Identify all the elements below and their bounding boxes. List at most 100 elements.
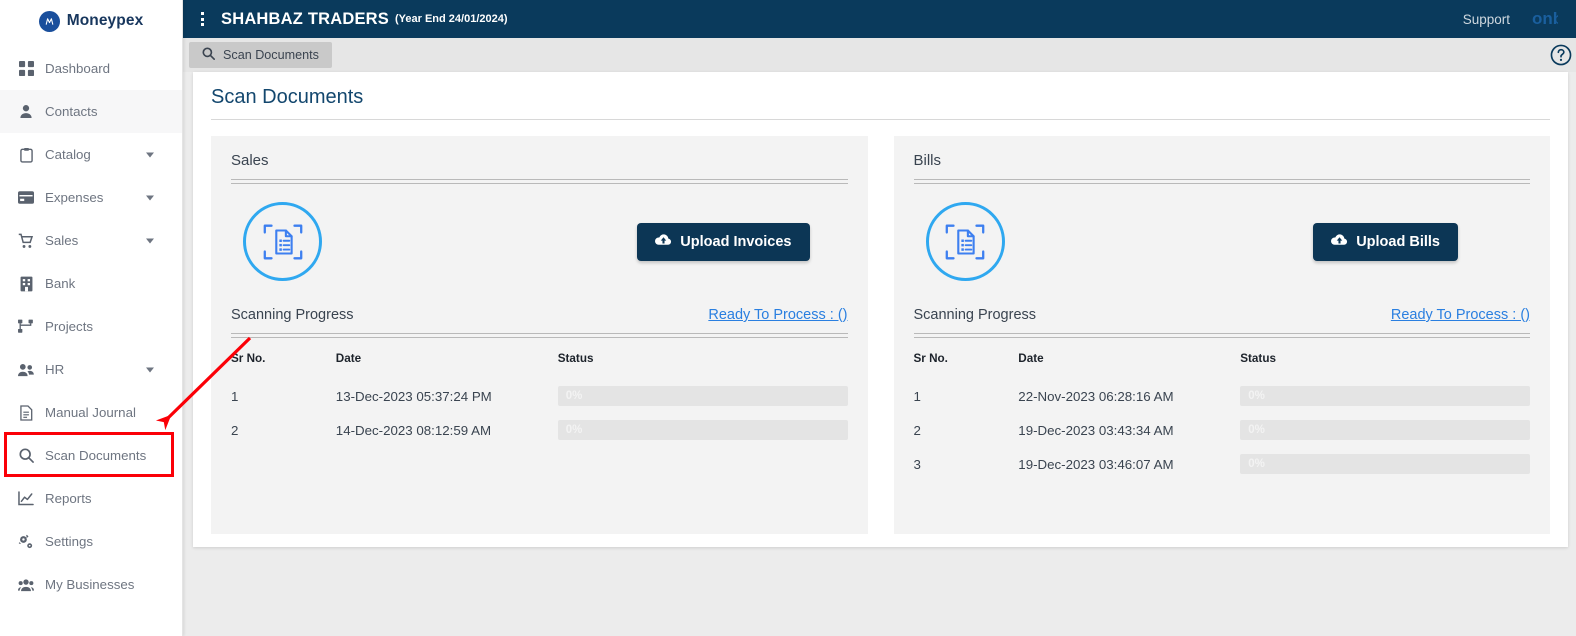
cell-sr: 1 [231,388,239,404]
kebab-menu-icon[interactable] [189,0,215,38]
company-year-end: (Year End 24/01/2024) [395,13,508,25]
page-card: Scan Documents Sales Upload Invoices Sca… [193,72,1568,547]
ready-to-process-link[interactable]: Ready To Process : () [708,307,847,323]
sidebar-item-projects[interactable]: Projects [0,305,182,348]
table-row: 3 19-Dec-2023 03:46:07 AM 0% [914,447,1530,481]
person-icon [18,104,34,120]
progress-bar: 0% [1240,454,1530,474]
card-icon [18,190,34,206]
sidebar-item-dashboard[interactable]: Dashboard [0,47,182,90]
progress-divider-1 [231,333,848,334]
sidebar-item-label: Settings [45,534,94,549]
progress-bar: 0% [1240,420,1530,440]
journal-icon [18,404,34,421]
table-header-row: Sr No. Date Status [914,352,1531,379]
sidebar-item-reports[interactable]: Reports [0,477,182,520]
brand-logo[interactable]: Moneypex [0,0,182,42]
cell-status: 0% [1240,447,1530,481]
chevron-down-icon[interactable] [146,152,154,157]
document-scan-icon [243,202,322,281]
sidebar-item-hr[interactable]: HR [0,348,182,391]
bills-scan-table: Sr No. Date Status 1 22-Nov-2023 06:28:1… [913,352,1531,481]
question-circle-icon[interactable] [1550,44,1572,66]
progress-bar: 0% [557,420,848,440]
cell-date: 19-Dec-2023 03:43:34 AM [1018,422,1174,438]
sidebar-item-manual-journal[interactable]: Manual Journal [0,391,182,434]
scanning-progress-title: Scanning Progress [913,307,1037,323]
column-header-sr: Sr No. [231,352,266,365]
sidebar-item-settings[interactable]: Settings [0,520,182,563]
panel-divider-1 [913,179,1530,180]
table-header-row: Sr No. Date Status [231,352,848,379]
sidebar-item-sales[interactable]: Sales [0,219,182,262]
sales-scan-table: Sr No. Date Status 1 13-Dec-2023 05:37:2… [231,352,848,447]
cell-sr: 1 [913,388,921,404]
cloud-upload-icon [1331,233,1348,251]
page-title: Scan Documents [211,86,364,108]
chart-line-icon [18,491,34,507]
panel-sales: Sales Upload Invoices Scanning Progress … [211,136,868,534]
cell-status: 0% [557,379,848,413]
upload-bills-button[interactable]: Upload Bills [1313,222,1458,261]
bank-icon [18,276,34,292]
sidebar-item-label: Catalog [45,147,91,162]
cell-sr: 2 [913,422,921,438]
chevron-down-icon[interactable] [146,195,154,200]
column-header-date: Date [1018,352,1044,365]
gears-icon [18,534,34,550]
upload-button-label: Upload Bills [1356,233,1440,250]
sidebar-item-catalog[interactable]: Catalog [0,133,182,176]
breadcrumb-scan-documents[interactable]: Scan Documents [189,42,332,68]
grid-icon [18,61,34,77]
page-title-divider: Scan Documents [211,86,1550,120]
sidebar-item-label: Manual Journal [45,405,136,420]
sidebar-item-contacts[interactable]: Contacts [0,90,182,133]
scanning-progress-header: Scanning Progress Ready To Process : () [231,307,848,323]
document-scan-icon [925,202,1005,281]
progress-divider-1 [913,333,1530,334]
sitemap-icon [18,319,34,335]
scanning-progress-title: Scanning Progress [231,307,354,323]
chevron-down-icon[interactable] [146,238,154,243]
column-header-date: Date [335,352,362,365]
app-root: Moneypex Dashboard Contacts Catalog Expe… [0,0,1576,636]
sidebar-item-label: Projects [45,319,94,334]
cell-status: 0% [1240,379,1530,413]
sidebar-item-label: Scan Documents [45,448,147,463]
cell-status: 0% [1240,413,1530,447]
table-row: 2 14-Dec-2023 08:12:59 AM 0% [231,413,848,447]
cart-icon [18,233,34,249]
sidebar-item-scan-documents[interactable]: Scan Documents [0,434,182,477]
sidebar-item-label: Expenses [45,190,104,205]
progress-divider-2 [231,337,848,338]
panel-bills: Bills Upload Bills Scanning Progress Rea… [893,136,1550,534]
ready-to-process-link[interactable]: Ready To Process : () [1391,307,1530,323]
sidebar-item-my-businesses[interactable]: My Businesses [0,563,182,606]
support-link[interactable]: Support [1463,12,1510,27]
main-area: SHAHBAZ TRADERS (Year End 24/01/2024) Su… [183,0,1576,636]
top-bar-right: Support onb [1463,9,1558,29]
company-name: SHAHBAZ TRADERS [221,9,389,28]
panels-container: Sales Upload Invoices Scanning Progress … [211,136,1550,534]
sidebar-item-label: Reports [45,491,92,506]
sidebar-item-expenses[interactable]: Expenses [0,176,182,219]
progress-bar: 0% [1240,386,1530,406]
cell-date: 14-Dec-2023 08:12:59 AM [335,422,492,438]
moneypex-logo-icon [38,10,60,32]
sidebar-item-bank[interactable]: Bank [0,262,182,305]
upload-button-label: Upload Invoices [680,233,792,250]
upload-invoices-button[interactable]: Upload Invoices [637,222,810,261]
table-row: 1 13-Dec-2023 05:37:24 PM 0% [231,379,848,413]
chevron-down-icon[interactable] [146,367,154,372]
sidebar-item-label: Bank [45,276,76,291]
progress-divider-2 [913,337,1530,338]
onboarding-label[interactable]: onb [1532,9,1558,29]
cell-date: 22-Nov-2023 06:28:16 AM [1018,388,1174,404]
scanning-progress-header: Scanning Progress Ready To Process : () [914,307,1531,323]
cell-date: 13-Dec-2023 05:37:24 PM [335,388,492,404]
sidebar-item-label: Sales [45,233,79,248]
search-icon [18,448,34,464]
cell-date: 19-Dec-2023 03:46:07 AM [1018,456,1174,472]
sidebar-item-label: Dashboard [45,61,111,76]
people-group-icon [18,577,34,593]
